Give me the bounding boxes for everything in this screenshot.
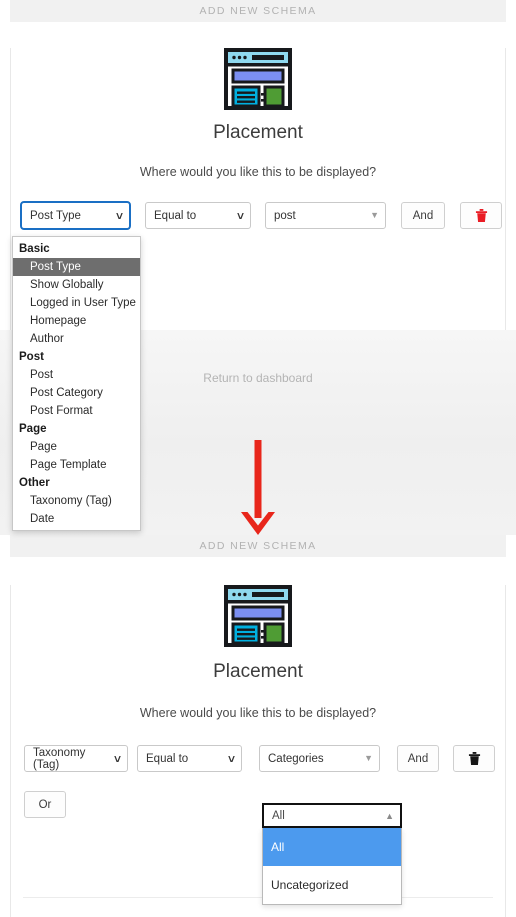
dropdown-item-taxonomy-tag[interactable]: Taxonomy (Tag) bbox=[13, 492, 140, 510]
operator-value: Equal to bbox=[146, 752, 189, 765]
or-button-label: Or bbox=[38, 798, 52, 811]
condition-type-value: Post Type bbox=[30, 209, 81, 222]
caret-down-icon: ▼ bbox=[364, 753, 373, 763]
condition-type-select-top[interactable]: Post Type ˅ bbox=[20, 201, 131, 230]
categories-option-list: All Uncategorized bbox=[262, 828, 402, 905]
operator-select-bottom[interactable]: Equal to ˅ bbox=[137, 745, 242, 772]
chevron-down-icon: ˅ bbox=[227, 751, 235, 766]
chevron-down-icon: ˅ bbox=[115, 208, 123, 223]
footer-divider bbox=[23, 897, 493, 898]
placement-icon-wrapper-bottom bbox=[11, 585, 505, 647]
condition-row-top: Post Type ˅ Equal to ˅ post ▼ And bbox=[11, 201, 505, 230]
dropdown-item-logged-in-user-type[interactable]: Logged in User Type bbox=[13, 294, 140, 312]
categories-option-all[interactable]: All bbox=[263, 828, 401, 866]
panel-header-title: ADD NEW SCHEMA bbox=[199, 5, 317, 17]
trash-icon bbox=[468, 752, 480, 765]
panel-header-top: ADD NEW SCHEMA bbox=[10, 0, 506, 22]
condition-type-value: Taxonomy (Tag) bbox=[33, 746, 86, 771]
dropdown-group-label: Post bbox=[19, 351, 44, 363]
caret-up-icon: ▲ bbox=[385, 810, 394, 821]
and-button-top[interactable]: And bbox=[401, 202, 445, 229]
panel-header-title: ADD NEW SCHEMA bbox=[199, 540, 317, 552]
add-new-schema-panel-bottom: ADD NEW SCHEMA Placement Where would you… bbox=[10, 535, 506, 917]
chevron-down-icon: ˅ bbox=[113, 751, 121, 766]
and-button-bottom[interactable]: And bbox=[397, 745, 439, 772]
categories-combobox-value: All bbox=[272, 809, 285, 822]
categories-combobox-field[interactable]: All ▲ bbox=[262, 803, 402, 828]
trash-icon bbox=[475, 209, 487, 222]
page-title-top: Placement bbox=[213, 122, 303, 143]
dropdown-item-post-format[interactable]: Post Format bbox=[13, 402, 140, 420]
placement-layout-icon bbox=[224, 585, 292, 647]
categories-combobox-open[interactable]: All ▲ All Uncategorized bbox=[262, 803, 402, 905]
page-title-bottom: Placement bbox=[213, 661, 303, 682]
condition-type-dropdown-top[interactable]: Basic Post Type Show Globally Logged in … bbox=[12, 236, 141, 531]
dropdown-item-post-type[interactable]: Post Type bbox=[13, 258, 140, 276]
and-button-label: And bbox=[407, 752, 429, 765]
placement-icon-wrapper-top bbox=[11, 48, 505, 110]
value-select-top[interactable]: post ▼ bbox=[265, 202, 386, 229]
down-arrow-icon bbox=[241, 440, 275, 535]
delete-condition-button-bottom[interactable] bbox=[453, 745, 495, 772]
or-button-wrapper: Or bbox=[11, 791, 505, 818]
dropdown-item-show-globally[interactable]: Show Globally bbox=[13, 276, 140, 294]
delete-condition-button-top[interactable] bbox=[460, 202, 502, 229]
dropdown-item-page-template[interactable]: Page Template bbox=[13, 456, 140, 474]
operator-select-top[interactable]: Equal to ˅ bbox=[145, 202, 251, 229]
dropdown-item-post-category[interactable]: Post Category bbox=[13, 384, 140, 402]
value-select-value: post bbox=[274, 209, 296, 222]
condition-type-select-bottom[interactable]: Taxonomy (Tag) ˅ bbox=[24, 745, 128, 772]
value-select-bottom[interactable]: Categories ▼ bbox=[259, 745, 380, 772]
page-subtitle-top: Where would you like this to be displaye… bbox=[139, 165, 377, 179]
screenshot-root: ADD NEW SCHEMA Placement Where would you… bbox=[0, 0, 516, 917]
or-button[interactable]: Or bbox=[24, 791, 66, 818]
panel-header-bottom: ADD NEW SCHEMA bbox=[10, 535, 506, 557]
chevron-down-icon: ˅ bbox=[236, 208, 244, 223]
and-button-label: And bbox=[412, 209, 434, 222]
value-select-value: Categories bbox=[268, 752, 324, 765]
dropdown-item-author[interactable]: Author bbox=[13, 330, 140, 348]
dropdown-group-label: Other bbox=[19, 477, 50, 489]
operator-value: Equal to bbox=[154, 209, 197, 222]
caret-down-icon: ▼ bbox=[370, 210, 379, 220]
dropdown-item-date[interactable]: Date bbox=[13, 510, 140, 528]
panel-body-bottom: Placement Where would you like this to b… bbox=[10, 585, 506, 917]
categories-option-uncategorized[interactable]: Uncategorized bbox=[263, 866, 401, 904]
placement-layout-icon bbox=[224, 48, 292, 110]
return-to-dashboard-label: Return to dashboard bbox=[203, 371, 313, 385]
page-subtitle-bottom: Where would you like this to be displaye… bbox=[139, 706, 377, 720]
condition-row-bottom: Taxonomy (Tag) ˅ Equal to ˅ Categories ▼… bbox=[11, 745, 505, 772]
dropdown-item-page[interactable]: Page bbox=[13, 438, 140, 456]
dropdown-item-post[interactable]: Post bbox=[13, 366, 140, 384]
dropdown-item-homepage[interactable]: Homepage bbox=[13, 312, 140, 330]
dropdown-group-label: Basic bbox=[19, 243, 50, 255]
dropdown-group-label: Page bbox=[19, 423, 47, 435]
down-arrow-annotation bbox=[238, 440, 278, 541]
